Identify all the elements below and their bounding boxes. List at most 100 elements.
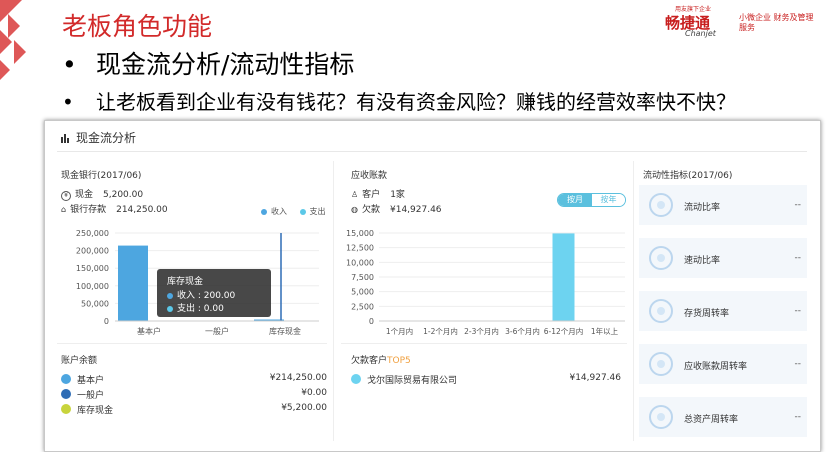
column-divider: [633, 161, 634, 441]
tooltip-income: 收入 : 200.00: [177, 291, 236, 301]
x-tick-label: 基本户: [137, 326, 161, 336]
customers-label: 客户: [362, 190, 381, 200]
liquidity-card-value: --: [794, 412, 802, 422]
account-label: 库存现金: [77, 406, 114, 416]
tooltip-expense: 支出 : 0.00: [177, 304, 224, 314]
debtor-value: ¥14,927.46: [569, 373, 621, 383]
bullet-main-text: 现金流分析/流动性指标: [96, 50, 355, 79]
y-tick-label: 100,000: [76, 282, 109, 291]
liquidity-card-label: 存货周转率: [684, 309, 730, 319]
inventory-box-icon: [649, 299, 673, 323]
owed-value: ¥14,927.46: [390, 205, 442, 215]
account-row: 基本户 ¥214,250.00: [61, 373, 327, 386]
bar-chart-icon: [61, 134, 69, 143]
tooltip-income-row: 收入 : 200.00: [167, 288, 235, 301]
legend-expense[interactable]: 支出: [310, 207, 326, 216]
period-toggle[interactable]: 按月 按年: [557, 193, 626, 207]
legend-swatch-income: [261, 208, 267, 215]
brand-slogan: 小微企业 财务及管理服务: [739, 13, 814, 32]
toggle-year[interactable]: 按年: [592, 194, 625, 206]
x-tick-label: 2-3个月内: [464, 326, 499, 336]
bank-value: 214,250.00: [116, 205, 168, 215]
rocket-icon: [649, 246, 673, 270]
x-tick-label: 6-12个月内: [544, 326, 584, 336]
receivables-section-title: 应收账款: [351, 171, 388, 181]
x-tick-label: 库存现金: [269, 326, 301, 336]
liquidity-card-label: 总资产周转率: [684, 415, 739, 425]
bullet-sub: • 让老板看到企业有没有钱花？有没有资金风险？赚钱的经营效率快不快？: [62, 86, 736, 115]
accounts-section-title: 账户余额: [61, 356, 98, 366]
liquidity-section-title: 流动性指标(2017/06): [643, 171, 733, 181]
liquidity-card-label: 流动比率: [684, 203, 721, 213]
account-row: 一般户 ¥0.00: [61, 388, 327, 401]
row-divider: [57, 343, 327, 344]
toggle-month[interactable]: 按月: [558, 194, 592, 206]
liquidity-card[interactable]: 速动比率 --: [639, 238, 807, 278]
y-tick-label: 150,000: [76, 264, 109, 273]
liquidity-card[interactable]: 存货周转率 --: [639, 291, 807, 331]
x-tick-label: 一般户: [205, 326, 229, 336]
liquidity-card-value: --: [794, 253, 802, 263]
y-tick-label: 5,000: [351, 288, 374, 297]
debtors-section-title: 欠款客户TOP5: [351, 353, 411, 366]
y-tick-label: 10,000: [346, 258, 374, 267]
cash-row: ¥ 现金 5,200.00: [61, 187, 143, 201]
liquidity-card[interactable]: 流动比率 --: [639, 185, 807, 225]
liquidity-card-label: 速动比率: [684, 256, 721, 266]
decorative-corner-pattern: [0, 0, 26, 80]
cash-value: 5,200.00: [103, 190, 144, 200]
y-tick-label: 0: [104, 317, 109, 326]
y-tick-label: 200,000: [76, 247, 109, 256]
bank-row: ⌂ 银行存款 214,250.00: [61, 202, 168, 215]
y-tick-label: 12,500: [346, 244, 374, 253]
bar-收入[interactable]: [118, 245, 148, 321]
customers-value: 1家: [390, 190, 405, 200]
account-row: 库存现金 ¥5,200.00: [61, 403, 327, 416]
owed-label: 欠款: [361, 205, 380, 215]
bar-receivable[interactable]: [552, 233, 575, 321]
account-value: ¥5,200.00: [281, 403, 327, 413]
y-tick-label: 15,000: [346, 229, 374, 238]
bank-building-icon: ⌂: [61, 205, 67, 214]
liquidity-card-value: --: [794, 359, 802, 369]
liquidity-card-label: 应收账款周转率: [684, 362, 748, 372]
debtors-suffix: TOP5: [387, 356, 411, 366]
row-divider: [341, 343, 627, 344]
bank-label: 银行存款: [70, 205, 107, 215]
y-tick-label: 250,000: [76, 229, 109, 238]
account-icon: [61, 374, 71, 384]
legend-income[interactable]: 收入: [271, 207, 287, 216]
yen-bill-icon: [649, 405, 673, 429]
debtor-icon: [351, 374, 361, 384]
y-tick-label: 0: [369, 317, 374, 326]
x-tick-label: 1年以上: [591, 326, 619, 336]
x-tick-label: 1个月内: [386, 326, 413, 336]
liquidity-ratio-icon: [649, 193, 673, 217]
y-tick-label: 2,500: [351, 302, 374, 311]
owed-row: ◍ 欠款 ¥14,927.46: [351, 202, 442, 215]
debtor-row[interactable]: 戈尔国际贸易有限公司 ¥14,927.46: [351, 373, 621, 386]
cash-section-title: 现金银行(2017/06): [61, 171, 142, 181]
account-icon: [61, 404, 71, 414]
account-value: ¥214,250.00: [269, 373, 327, 383]
bullet-mark: •: [62, 90, 74, 114]
account-label: 一般户: [77, 391, 105, 401]
panel-title: 现金流分析: [76, 131, 137, 145]
tooltip-expense-swatch: [167, 305, 173, 312]
chart1-legend: 收入 支出: [261, 206, 326, 217]
debtors-title: 欠款客户: [351, 356, 388, 366]
header-divider: [57, 151, 807, 152]
money-bag-icon: ◍: [351, 205, 358, 214]
chart-tooltip: 库存现金 收入 : 200.00 支出 : 0.00: [157, 269, 271, 317]
brand-name-en: Chanjet: [685, 29, 716, 38]
y-tick-label: 7,500: [351, 273, 374, 282]
customers-row: ♙ 客户 1家: [351, 187, 405, 200]
slide-title: 老板角色功能: [62, 12, 213, 41]
column-divider: [333, 161, 334, 441]
liquidity-card[interactable]: 应收账款周转率 --: [639, 344, 807, 384]
yen-circle-icon: ¥: [61, 191, 71, 201]
liquidity-card[interactable]: 总资产周转率 --: [639, 397, 807, 437]
legend-swatch-expense: [299, 208, 306, 215]
liquidity-card-value: --: [794, 200, 802, 210]
yen-coin-icon: [649, 352, 673, 376]
